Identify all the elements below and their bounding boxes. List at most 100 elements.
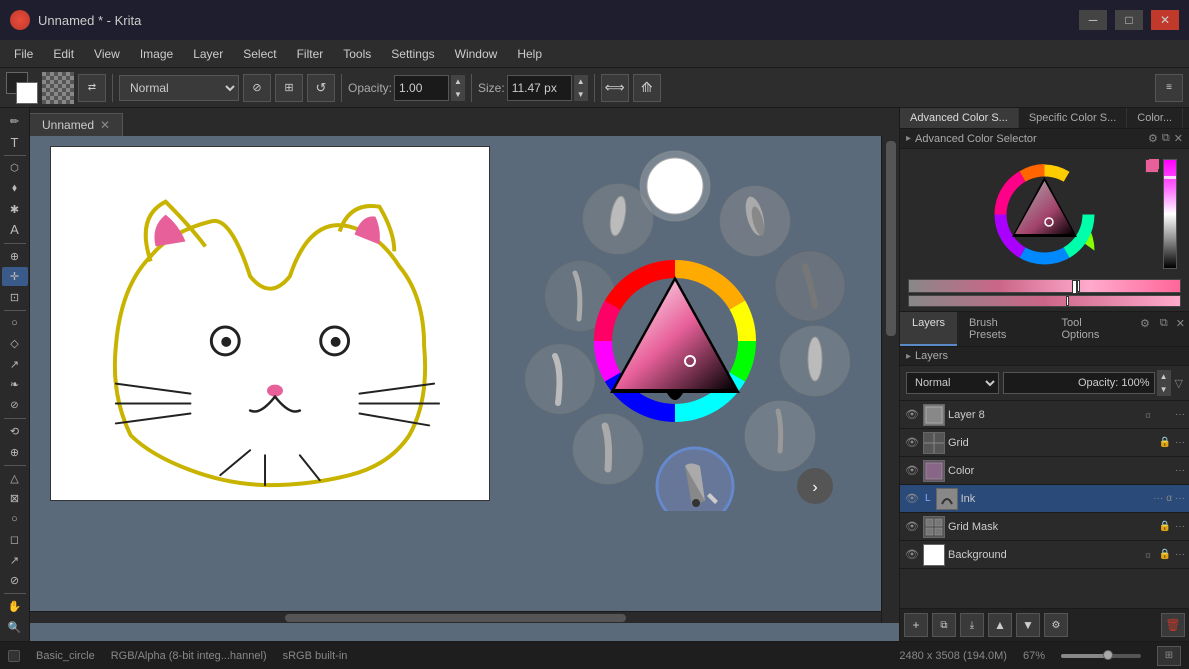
color-strip-bottom[interactable]: [908, 279, 1181, 293]
layer-item-color[interactable]: 👁 Color ···: [900, 457, 1189, 485]
size-spinner[interactable]: ▲ ▼: [574, 75, 588, 101]
preserve-alpha-button[interactable]: ⊞: [275, 74, 303, 102]
layer-item-layer8[interactable]: 👁 Layer 8 α ···: [900, 401, 1189, 429]
brush-preset-popup[interactable]: Ink_gpen_10 ›: [500, 141, 850, 511]
tool-rectangle[interactable]: ◻: [2, 530, 28, 549]
tab-color[interactable]: Color...: [1127, 108, 1183, 128]
copy-layer-button[interactable]: ⧉: [932, 613, 956, 637]
close-button[interactable]: ✕: [1151, 10, 1179, 30]
menu-select[interactable]: Select: [233, 40, 286, 67]
opacity-input[interactable]: [394, 75, 449, 101]
opacity-down[interactable]: ▼: [451, 88, 465, 101]
menu-layer[interactable]: Layer: [183, 40, 233, 67]
tool-bezier-select[interactable]: ❧: [2, 375, 28, 394]
color-wheel-area[interactable]: [900, 149, 1189, 279]
tool-line[interactable]: ↗: [2, 550, 28, 569]
layer-blend-mode[interactable]: Normal: [906, 372, 999, 394]
menu-tools[interactable]: Tools: [333, 40, 381, 67]
panel-float-icon[interactable]: ⧉: [1162, 132, 1170, 145]
tool-pan[interactable]: ✋: [2, 597, 28, 616]
tool-assistant[interactable]: A: [2, 220, 28, 239]
expand-icon[interactable]: ▸: [906, 133, 911, 144]
layer-visibility-grid[interactable]: 👁: [904, 435, 920, 451]
color-swatches[interactable]: [6, 72, 38, 104]
size-down[interactable]: ▼: [574, 88, 588, 101]
tab-layers[interactable]: Layers: [900, 312, 957, 346]
menu-window[interactable]: Window: [445, 40, 508, 67]
tab-tool-options[interactable]: Tool Options: [1049, 312, 1134, 346]
hue-strip[interactable]: [1163, 159, 1177, 269]
layer-item-ink[interactable]: 👁 L Ink ··· α ···: [900, 485, 1189, 513]
canvas-tab-unnamed[interactable]: Unnamed ✕: [30, 113, 123, 136]
pattern-swatch[interactable]: [42, 72, 74, 104]
maximize-button[interactable]: □: [1115, 10, 1143, 30]
tab-specific-color[interactable]: Specific Color S...: [1019, 108, 1127, 128]
tool-crop[interactable]: ⊡: [2, 287, 28, 306]
move-up-button[interactable]: ▲: [988, 613, 1012, 637]
mirror-v-button[interactable]: ⟰: [633, 74, 661, 102]
layers-panel-close[interactable]: ✕: [1172, 312, 1189, 346]
tool-freehand-select[interactable]: ↗: [2, 355, 28, 374]
tab-advanced-color[interactable]: Advanced Color S...: [900, 108, 1019, 128]
layers-expand-icon[interactable]: ▸: [906, 351, 911, 362]
opacity-decrease[interactable]: ▼: [1157, 383, 1171, 396]
layer-filter-icon[interactable]: ▽: [1175, 377, 1183, 390]
layer-visibility-gridmask[interactable]: 👁: [904, 519, 920, 535]
delete-layer-button[interactable]: 🗑: [1161, 613, 1185, 637]
layer-visibility-background[interactable]: 👁: [904, 547, 920, 563]
background-color[interactable]: [16, 82, 38, 104]
tool-gradient[interactable]: ⊠: [2, 489, 28, 508]
opacity-increase[interactable]: ▲: [1157, 370, 1171, 383]
opacity-spinner[interactable]: ▲ ▼: [451, 75, 465, 101]
tool-zoom-view[interactable]: 🔍: [2, 618, 28, 637]
tool-transform[interactable]: ⊕: [2, 246, 28, 265]
layers-panel-settings[interactable]: ⚙: [1134, 312, 1156, 346]
canvas-tab-close[interactable]: ✕: [100, 118, 110, 132]
erase-button[interactable]: ⊘: [243, 74, 271, 102]
layer-item-background[interactable]: 👁 Background α 🔒 ···: [900, 541, 1189, 569]
tool-smart-patch[interactable]: ✱: [2, 200, 28, 219]
tool-measure[interactable]: ⊕: [2, 442, 28, 461]
zoom-thumb[interactable]: [1103, 650, 1113, 660]
layer-item-gridmask[interactable]: 👁 Grid Mask 🔒 ···: [900, 513, 1189, 541]
tool-polygon[interactable]: ⊘: [2, 571, 28, 590]
size-input[interactable]: [507, 75, 572, 101]
menu-settings[interactable]: Settings: [381, 40, 444, 67]
layer-visibility-ink[interactable]: 👁: [904, 491, 920, 507]
menu-help[interactable]: Help: [507, 40, 552, 67]
layer-properties-button[interactable]: ⚙: [1044, 613, 1068, 637]
layer-item-grid[interactable]: 👁 Grid 🔒 ···: [900, 429, 1189, 457]
panel-settings-icon[interactable]: ⚙: [1148, 132, 1158, 145]
layer-opacity-input[interactable]: [1003, 372, 1155, 394]
tool-move[interactable]: ✛: [2, 267, 28, 286]
layer-visibility-color[interactable]: 👁: [904, 463, 920, 479]
minimize-button[interactable]: ─: [1079, 10, 1107, 30]
drawing-canvas[interactable]: [50, 146, 490, 501]
zoom-slider[interactable]: [1061, 654, 1141, 658]
opacity-up[interactable]: ▲: [451, 75, 465, 88]
tool-zoom[interactable]: ⟲: [2, 422, 28, 441]
tool-contiguous-fill[interactable]: ⬧: [2, 179, 28, 198]
menu-image[interactable]: Image: [130, 40, 183, 67]
merge-down-button[interactable]: ⤓: [960, 613, 984, 637]
tool-similar-select[interactable]: ⊘: [2, 396, 28, 415]
canvas-content[interactable]: Ink_gpen_10 ›: [30, 136, 899, 641]
color-wheel-svg[interactable]: [987, 157, 1102, 272]
menu-edit[interactable]: Edit: [43, 40, 84, 67]
menu-filter[interactable]: Filter: [287, 40, 334, 67]
layers-panel-float[interactable]: ⧉: [1156, 312, 1172, 346]
tool-shape[interactable]: ⬡: [2, 159, 28, 178]
tool-polygonal-select[interactable]: ◇: [2, 334, 28, 353]
tab-brush-presets[interactable]: Brush Presets: [957, 312, 1049, 346]
saturation-strip[interactable]: [908, 295, 1181, 307]
blend-mode-select[interactable]: Normal Multiply Screen: [119, 75, 239, 101]
mirror-h-button[interactable]: ⟺: [601, 74, 629, 102]
undo-button[interactable]: ↺: [307, 74, 335, 102]
tool-text[interactable]: T: [2, 132, 28, 151]
tool-freehand-brush[interactable]: ✏: [2, 112, 28, 131]
menu-view[interactable]: View: [84, 40, 130, 67]
tool-rectangular-select[interactable]: △: [2, 469, 28, 488]
swap-colors-icon[interactable]: ⇄: [78, 74, 106, 102]
menu-file[interactable]: File: [4, 40, 43, 67]
tool-ellipse[interactable]: ○: [2, 509, 28, 528]
